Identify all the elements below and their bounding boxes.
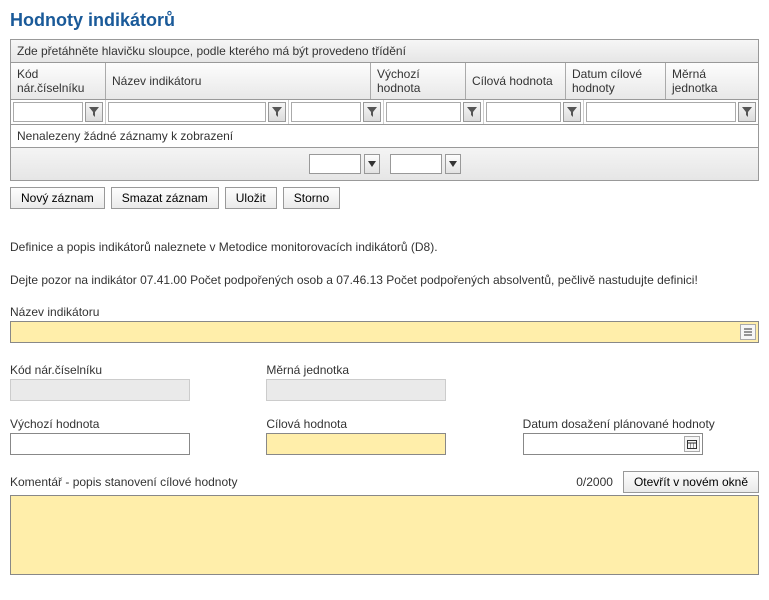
grid-footer <box>11 148 758 180</box>
filter-icon[interactable] <box>738 102 756 122</box>
komentar-counter: 0/2000 <box>576 475 613 489</box>
filter-input-kod[interactable] <box>13 102 83 122</box>
cilova-input[interactable] <box>266 433 446 455</box>
komentar-textarea[interactable] <box>10 495 759 575</box>
save-button[interactable]: Uložit <box>225 187 277 209</box>
jednotka-input <box>266 379 446 401</box>
delete-record-button[interactable]: Smazat záznam <box>111 187 219 209</box>
filter-icon[interactable] <box>268 102 286 122</box>
datum-input[interactable] <box>523 433 703 455</box>
vychozi-label: Výchozí hodnota <box>10 417 246 431</box>
col-header-datum[interactable]: Datum cílové hodnoty <box>566 63 666 99</box>
filter-input-jednotka[interactable] <box>586 102 736 122</box>
cancel-button[interactable]: Storno <box>283 187 340 209</box>
col-header-cilova[interactable]: Cílová hodnota <box>466 63 566 99</box>
col-header-vychozi[interactable]: Výchozí hodnota <box>371 63 466 99</box>
grid-no-records: Nenalezeny žádné záznamy k zobrazení <box>11 125 758 148</box>
list-icon[interactable] <box>740 324 756 340</box>
info-text-1: Definice a popis indikátorů naleznete v … <box>10 239 759 256</box>
vychozi-input[interactable] <box>10 433 190 455</box>
col-header-nazev[interactable]: Název indikátoru <box>106 63 371 99</box>
nazev-input[interactable] <box>10 321 759 343</box>
pager-input-1[interactable] <box>309 154 361 174</box>
filter-input-cilova[interactable] <box>386 102 461 122</box>
filter-icon[interactable] <box>563 102 581 122</box>
komentar-label: Komentář - popis stanovení cílové hodnot… <box>10 475 566 489</box>
grid-group-hint[interactable]: Zde přetáhněte hlavičku sloupce, podle k… <box>11 40 758 63</box>
action-buttons: Nový záznam Smazat záznam Uložit Storno <box>10 187 759 209</box>
indicators-grid: Zde přetáhněte hlavičku sloupce, podle k… <box>10 39 759 181</box>
col-header-kod[interactable]: Kód nár.číselníku <box>11 63 106 99</box>
datum-label: Datum dosažení plánované hodnoty <box>523 417 759 431</box>
grid-filter-row <box>11 100 758 125</box>
indicator-form: Název indikátoru Kód nár.číselníku Měrná… <box>10 305 759 578</box>
grid-header-row: Kód nár.číselníku Název indikátoru Výcho… <box>11 63 758 100</box>
jednotka-label: Měrná jednotka <box>266 363 502 377</box>
kod-label: Kód nár.číselníku <box>10 363 246 377</box>
chevron-down-icon[interactable] <box>364 154 380 174</box>
col-header-jednotka[interactable]: Měrná jednotka <box>666 63 758 99</box>
filter-input-datum[interactable] <box>486 102 561 122</box>
chevron-down-icon[interactable] <box>445 154 461 174</box>
filter-input-vychozi[interactable] <box>291 102 361 122</box>
info-text-2: Dejte pozor na indikátor 07.41.00 Počet … <box>10 272 759 289</box>
page-title: Hodnoty indikátorů <box>10 10 759 31</box>
filter-icon[interactable] <box>363 102 381 122</box>
filter-icon[interactable] <box>85 102 103 122</box>
filter-input-nazev[interactable] <box>108 102 266 122</box>
pager-input-2[interactable] <box>390 154 442 174</box>
calendar-icon[interactable] <box>684 436 700 452</box>
kod-input <box>10 379 190 401</box>
filter-icon[interactable] <box>463 102 481 122</box>
cilova-label: Cílová hodnota <box>266 417 502 431</box>
open-new-window-button[interactable]: Otevřít v novém okně <box>623 471 759 493</box>
new-record-button[interactable]: Nový záznam <box>10 187 105 209</box>
nazev-label: Název indikátoru <box>10 305 759 319</box>
